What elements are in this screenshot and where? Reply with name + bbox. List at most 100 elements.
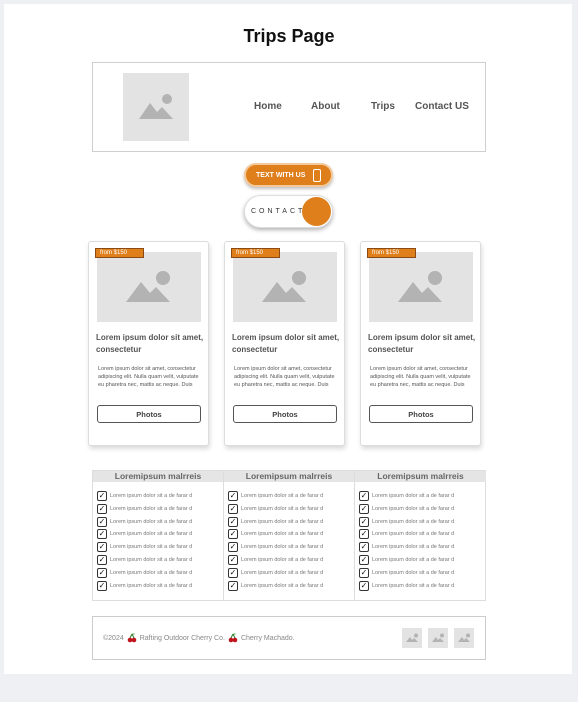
checklist-item-text: Lorem ipsum dolor sit a de farar d <box>372 544 455 551</box>
checkbox[interactable]: ✓ <box>359 529 369 540</box>
checkbox[interactable]: ✓ <box>228 567 238 578</box>
checklist-column: Loremipsum malrreis ✓ Lorem ipsum dolor s… <box>355 471 486 600</box>
checkbox[interactable]: ✓ <box>359 516 369 527</box>
checkbox[interactable]: ✓ <box>359 580 369 591</box>
column-header: Loremipsum malrreis <box>93 471 223 482</box>
image-placeholder-icon <box>369 252 473 322</box>
checklist-item: ✓ Lorem ipsum dolor sit a de farar d <box>359 516 481 528</box>
contact-circle-icon <box>302 197 331 226</box>
card-title: Lorem ipsum dolor sit amet, consectetur <box>232 333 340 354</box>
checkbox[interactable]: ✓ <box>97 580 107 591</box>
checkbox[interactable]: ✓ <box>228 555 238 565</box>
social-image-placeholder-icon[interactable] <box>402 628 422 648</box>
checklist-column: Loremipsum malrreis ✓ Lorem ipsum dolor s… <box>93 471 224 600</box>
checklist-item: ✓ Lorem ipsum dolor sit a de farar d <box>228 567 350 579</box>
image-placeholder-icon <box>97 252 201 322</box>
checkbox[interactable]: ✓ <box>97 529 107 540</box>
photos-button[interactable]: Photos <box>369 405 473 423</box>
checklist-item: ✓ Lorem ipsum dolor sit a de farar d <box>359 580 481 592</box>
checkbox[interactable]: ✓ <box>228 580 238 591</box>
checkbox[interactable]: ✓ <box>359 503 369 514</box>
checkbox[interactable]: ✓ <box>97 567 107 578</box>
contact-button[interactable]: CONTACT <box>244 195 333 228</box>
checklist-item-text: Lorem ipsum dolor sit a de farar d <box>372 505 455 512</box>
checklist-item-text: Lorem ipsum dolor sit a de farar d <box>110 569 193 576</box>
checklist-item: ✓ Lorem ipsum dolor sit a de farar d <box>97 503 219 515</box>
company-name: Rafting Outdoor Cherry Co. <box>139 634 225 642</box>
nav-contact-us[interactable]: Contact US <box>415 101 469 112</box>
text-with-us-button[interactable]: TEXT WITH US <box>244 163 333 187</box>
checklist-item-text: Lorem ipsum dolor sit a de farar d <box>241 518 324 525</box>
checkbox[interactable]: ✓ <box>359 555 369 565</box>
cherry-icon <box>127 633 137 643</box>
checklist-item: ✓ Lorem ipsum dolor sit a de farar d <box>228 541 350 553</box>
card-body: Lorem ipsum dolor sit amet, consectetur … <box>370 366 471 388</box>
logo-image-placeholder-icon <box>123 73 189 141</box>
checklist-item: ✓ Lorem ipsum dolor sit a de farar d <box>228 490 350 502</box>
checklist-item-text: Lorem ipsum dolor sit a de farar d <box>110 505 193 512</box>
contact-label: CONTACT <box>251 208 306 215</box>
checklist-item-text: Lorem ipsum dolor sit a de farar d <box>241 531 324 538</box>
checkbox[interactable]: ✓ <box>97 555 107 565</box>
checklist-item-text: Lorem ipsum dolor sit a de farar d <box>241 557 324 563</box>
checkbox[interactable]: ✓ <box>359 542 369 553</box>
cherry-icon <box>228 633 238 643</box>
checklist-item-text: Lorem ipsum dolor sit a de farar d <box>372 518 455 525</box>
checklist-item-text: Lorem ipsum dolor sit a de farar d <box>241 569 324 576</box>
checkbox[interactable]: ✓ <box>97 516 107 527</box>
checklist-item-text: Lorem ipsum dolor sit a de farar d <box>241 505 324 512</box>
nav-about[interactable]: About <box>311 101 340 112</box>
checklist-item-text: Lorem ipsum dolor sit a de farar d <box>241 544 324 551</box>
checkbox[interactable]: ✓ <box>97 491 107 501</box>
checkbox[interactable]: ✓ <box>359 491 369 501</box>
checklist-item-text: Lorem ipsum dolor sit a de farar d <box>110 518 193 525</box>
checklist-item: ✓ Lorem ipsum dolor sit a de farar d <box>97 490 219 502</box>
checklist-item-text: Lorem ipsum dolor sit a de farar d <box>110 582 193 589</box>
nav-trips[interactable]: Trips <box>371 101 395 112</box>
checklist-item: ✓ Lorem ipsum dolor sit a de farar d <box>228 554 350 566</box>
checklist-item: ✓ Lorem ipsum dolor sit a de farar d <box>228 516 350 528</box>
checklist-column: Loremipsum malrreis ✓ Lorem ipsum dolor s… <box>224 471 355 600</box>
checkbox[interactable]: ✓ <box>228 542 238 553</box>
social-image-placeholder-icon[interactable] <box>428 628 448 648</box>
checklist-item-text: Lorem ipsum dolor sit a de farar d <box>372 569 455 576</box>
checklist-item-text: Lorem ipsum dolor sit a de farar d <box>110 544 193 551</box>
checklist-item: ✓ Lorem ipsum dolor sit a de farar d <box>359 541 481 553</box>
price-badge: from $150 <box>95 248 144 258</box>
column-header: Loremipsum malrreis <box>224 471 354 482</box>
page-title: Trips Page <box>243 26 335 46</box>
trip-card: from $150 Lorem ipsum dolor sit amet, co… <box>224 241 345 446</box>
author-name: Cherry Machado. <box>240 634 295 642</box>
checklist-item: ✓ Lorem ipsum dolor sit a de farar d <box>228 528 350 540</box>
checklist-item: ✓ Lorem ipsum dolor sit a de farar d <box>359 503 481 515</box>
checklist-item: ✓ Lorem ipsum dolor sit a de farar d <box>97 580 219 592</box>
trip-card: from $150 Lorem ipsum dolor sit amet, co… <box>360 241 481 446</box>
checkbox[interactable]: ✓ <box>228 491 238 501</box>
checklist-item-text: Lorem ipsum dolor sit a de farar d <box>110 531 193 538</box>
checkbox[interactable]: ✓ <box>97 542 107 553</box>
text-with-us-label: TEXT WITH US <box>256 171 306 179</box>
checklist-item: ✓ Lorem ipsum dolor sit a de farar d <box>228 503 350 515</box>
price-badge: from $150 <box>231 248 280 258</box>
checklist-item-text: Lorem ipsum dolor sit a de farar d <box>372 493 455 499</box>
photos-button[interactable]: Photos <box>97 405 201 423</box>
checkbox[interactable]: ✓ <box>228 529 238 540</box>
footer-text: ©2024 Rafting Outdoor Cherry Co. Cherry … <box>103 633 295 643</box>
checklist-item: ✓ Lorem ipsum dolor sit a de farar d <box>359 554 481 566</box>
social-image-placeholder-icon[interactable] <box>454 628 474 648</box>
card-title: Lorem ipsum dolor sit amet, consectetur <box>368 333 476 354</box>
photos-button[interactable]: Photos <box>233 405 337 423</box>
checklist-item: ✓ Lorem ipsum dolor sit a de farar d <box>97 528 219 540</box>
price-badge: from $150 <box>367 248 416 258</box>
checklist-item-text: Lorem ipsum dolor sit a de farar d <box>241 493 324 499</box>
checklist-item-text: Lorem ipsum dolor sit a de farar d <box>110 557 193 563</box>
card-title: Lorem ipsum dolor sit amet, consectetur <box>96 333 204 354</box>
image-placeholder-icon <box>233 252 337 322</box>
nav-home[interactable]: Home <box>254 101 282 112</box>
checkbox[interactable]: ✓ <box>228 503 238 514</box>
checkbox[interactable]: ✓ <box>228 516 238 527</box>
checkbox[interactable]: ✓ <box>97 503 107 514</box>
phone-icon <box>313 169 321 182</box>
checkbox[interactable]: ✓ <box>359 567 369 578</box>
checklist-table: Loremipsum malrreis ✓ Lorem ipsum dolor s… <box>92 470 486 601</box>
